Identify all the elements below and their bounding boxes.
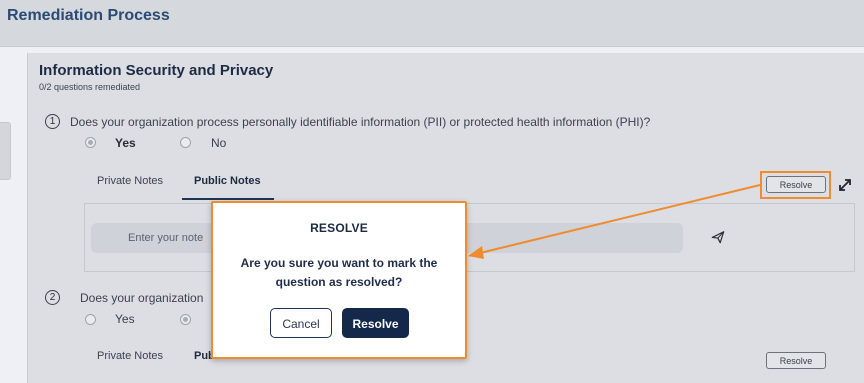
confirm-resolve-button[interactable]: Resolve [342,308,409,338]
radio-yes-label: Yes [115,136,136,150]
tab-private-notes[interactable]: Private Notes [97,175,163,187]
dialog-message: Are you sure you want to mark the questi… [240,256,438,289]
side-panel-handle[interactable] [0,122,11,180]
cancel-button[interactable]: Cancel [270,308,332,338]
active-tab-indicator [182,198,274,200]
resolve-button[interactable]: Resolve [766,176,826,193]
page-title: Remediation Process [7,7,170,24]
radio-no-label: No [211,136,227,150]
radio-yes-label: Yes [115,312,135,326]
resolve-dialog: RESOLVE Are you sure you want to mark th… [211,201,467,359]
send-icon[interactable] [711,230,725,244]
tab-private-notes[interactable]: Private Notes [97,350,163,362]
radio-no[interactable] [180,314,191,325]
section-title: Information Security and Privacy [39,62,274,79]
dialog-title: RESOLVE [310,221,368,235]
question-text: Does your organization [80,291,204,305]
question-number: 2 [45,290,60,305]
radio-yes[interactable] [85,137,96,148]
expand-icon[interactable] [836,176,854,194]
page-header: Remediation Process [0,0,864,47]
radio-no[interactable] [180,137,191,148]
question-text: Does your organization process personall… [70,115,651,129]
radio-yes[interactable] [85,314,96,325]
resolve-button[interactable]: Resolve [766,352,826,369]
tab-public-notes[interactable]: Public Notes [194,175,261,187]
question-number: 1 [45,114,60,129]
section-progress: 0/2 questions remediated [39,82,141,92]
